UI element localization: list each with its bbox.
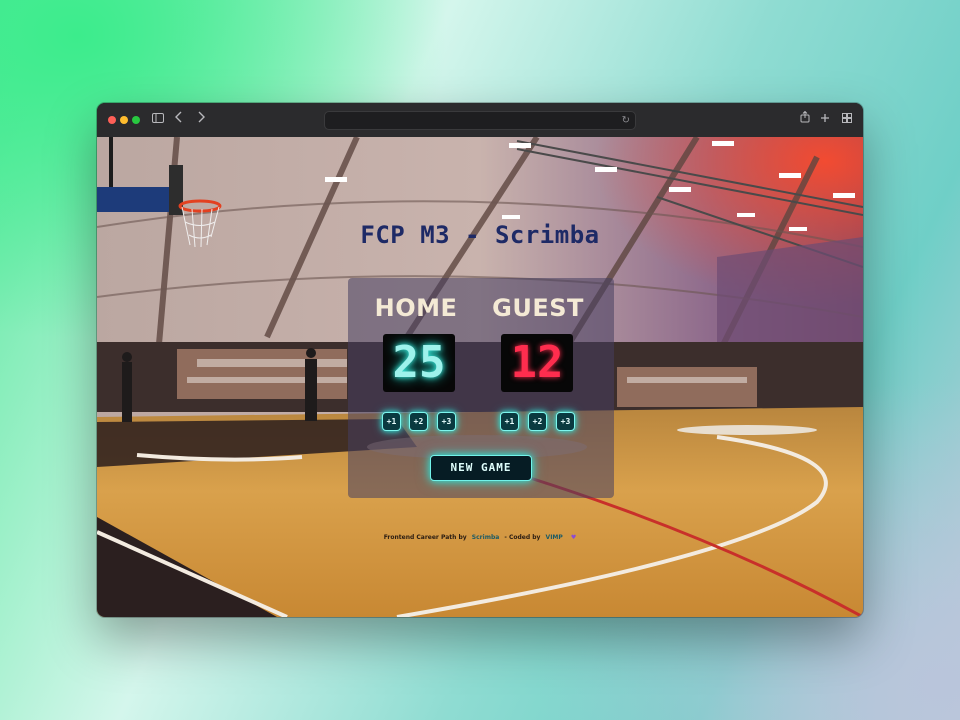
browser-toolbar: ↻ <box>97 103 863 138</box>
home-score: 25 <box>383 334 455 392</box>
reload-icon[interactable]: ↻ <box>622 112 630 129</box>
footer-middle: - Coded by <box>504 534 541 541</box>
chevron-left-icon[interactable] <box>173 111 185 129</box>
tab-overview-icon[interactable] <box>841 111 853 129</box>
page-viewport: FCP M3 - Scrimba HOME GUEST 25 12 +1 +2 … <box>97 137 863 617</box>
guest-team: GUEST <box>478 294 598 322</box>
new-game-button[interactable]: NEW GAME <box>430 455 532 481</box>
guest-add-3-button[interactable]: +3 <box>556 412 575 431</box>
scoreboard: HOME GUEST 25 12 +1 +2 +3 +1 +2 +3 NEW G… <box>348 278 614 498</box>
home-add-2-button[interactable]: +2 <box>409 412 428 431</box>
plus-icon[interactable] <box>819 111 831 129</box>
home-label: HOME <box>374 294 458 322</box>
guest-add-1-button[interactable]: +1 <box>500 412 519 431</box>
guest-score: 12 <box>501 334 573 392</box>
home-team: HOME <box>356 294 476 322</box>
page-title: FCP M3 - Scrimba <box>360 221 600 249</box>
author-link[interactable]: VIMP <box>546 534 563 541</box>
home-add-3-button[interactable]: +3 <box>437 412 456 431</box>
browser-window: ↻ FCP M3 - Scrimba HOME GUEST 25 12 +1 +… <box>97 103 863 617</box>
guest-add-2-button[interactable]: +2 <box>528 412 547 431</box>
footer: Frontend Career Path by Scrimba - Coded … <box>97 534 863 541</box>
minimize-window-button[interactable] <box>120 116 128 124</box>
zoom-window-button[interactable] <box>132 116 140 124</box>
sidebar-icon[interactable] <box>151 111 165 129</box>
footer-prefix: Frontend Career Path by <box>383 534 467 541</box>
chevron-right-icon[interactable] <box>195 111 207 129</box>
heart-icon: ♥ <box>570 534 577 541</box>
address-bar[interactable]: ↻ <box>324 111 636 130</box>
home-add-1-button[interactable]: +1 <box>382 412 401 431</box>
share-icon[interactable] <box>799 110 811 129</box>
scrimba-link[interactable]: Scrimba <box>472 534 500 541</box>
guest-label: GUEST <box>492 294 584 322</box>
close-window-button[interactable] <box>108 116 116 124</box>
